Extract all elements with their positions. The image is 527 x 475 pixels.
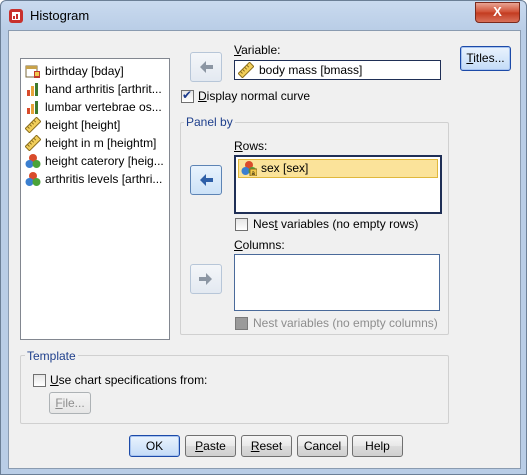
arrow-left-icon	[200, 61, 213, 73]
help-button[interactable]: Help	[352, 435, 403, 457]
list-item[interactable]: lumbar vertebrae os...	[25, 98, 162, 116]
variable-label: birthday [bday]	[45, 64, 124, 78]
variable-label: hand arthritis [arthrit...	[45, 82, 162, 96]
list-item[interactable]: arthritis levels [arthri...	[25, 170, 162, 188]
move-to-variable-button[interactable]	[190, 52, 222, 82]
ordinal-variable-icon	[27, 100, 38, 114]
dialog-body: birthday [bday] hand arthritis [arthrit.…	[8, 30, 521, 469]
template-title: Template	[25, 349, 78, 363]
list-item[interactable]: a sex [sex]	[238, 159, 438, 178]
use-chart-spec-checkbox[interactable]	[33, 374, 46, 387]
window-title: Histogram	[30, 8, 90, 23]
paste-button[interactable]: Paste	[185, 435, 236, 457]
variable-label-text: Variable:	[234, 43, 281, 57]
variable-label: arthritis levels [arthri...	[45, 172, 163, 186]
date-variable-icon	[25, 65, 40, 78]
titles-button[interactable]: Titles...	[460, 46, 511, 71]
list-item[interactable]: birthday [bday]	[25, 62, 124, 80]
nest-columns-label: Nest variables (no empty columns)	[253, 316, 438, 330]
reset-button[interactable]: Reset	[241, 435, 292, 457]
nominal-variable-icon: a	[241, 161, 257, 176]
list-item[interactable]: height in m [heightm]	[25, 134, 156, 152]
variable-label: height caterory [heig...	[45, 154, 164, 168]
panel-by-title: Panel by	[184, 115, 235, 129]
close-button[interactable]: X	[475, 2, 520, 23]
spss-app-icon	[9, 9, 23, 23]
scale-variable-icon	[238, 62, 254, 78]
variable-label: height in m [heightm]	[45, 136, 157, 150]
display-normal-curve-checkbox[interactable]	[181, 88, 194, 103]
list-item[interactable]: height caterory [heig...	[25, 152, 164, 170]
file-button[interactable]: File...	[49, 392, 91, 414]
move-to-rows-button[interactable]	[190, 165, 222, 195]
nest-rows-label: Nest variables (no empty rows)	[253, 217, 419, 231]
nest-rows-checkbox[interactable]	[235, 218, 248, 231]
variable-value: body mass [bmass]	[259, 63, 363, 77]
variable-field[interactable]: body mass [bmass]	[234, 60, 441, 80]
display-normal-curve-label: Display normal curve	[198, 89, 311, 103]
rows-item-label: sex [sex]	[261, 161, 309, 175]
title-bar: Histogram X	[1, 1, 526, 31]
columns-list[interactable]	[234, 254, 440, 311]
ok-button[interactable]: OK	[129, 435, 180, 457]
nominal-variable-icon	[25, 171, 41, 186]
columns-label: Columns:	[234, 238, 285, 252]
list-item[interactable]: hand arthritis [arthrit...	[25, 80, 162, 98]
nest-columns-checkbox	[235, 317, 248, 330]
cancel-button[interactable]: Cancel	[297, 435, 348, 457]
arrow-left-icon	[200, 174, 213, 186]
variable-label: height [height]	[45, 118, 121, 132]
scale-variable-icon	[25, 116, 41, 133]
nominal-variable-icon	[25, 153, 41, 168]
rows-label: Rows:	[234, 139, 268, 153]
scale-variable-icon	[25, 134, 41, 151]
rows-list[interactable]: a sex [sex]	[234, 155, 442, 214]
variable-label: lumbar vertebrae os...	[45, 100, 162, 114]
histogram-dialog: Histogram X birthday [bday] hand arthrit…	[0, 0, 527, 475]
use-chart-spec-label: Use chart specifications from:	[50, 373, 208, 387]
move-to-columns-button[interactable]	[190, 264, 222, 294]
ordinal-variable-icon	[27, 82, 38, 96]
list-item[interactable]: height [height]	[25, 116, 120, 134]
arrow-right-icon	[199, 273, 212, 285]
source-variable-list[interactable]: birthday [bday] hand arthritis [arthrit.…	[20, 58, 170, 340]
